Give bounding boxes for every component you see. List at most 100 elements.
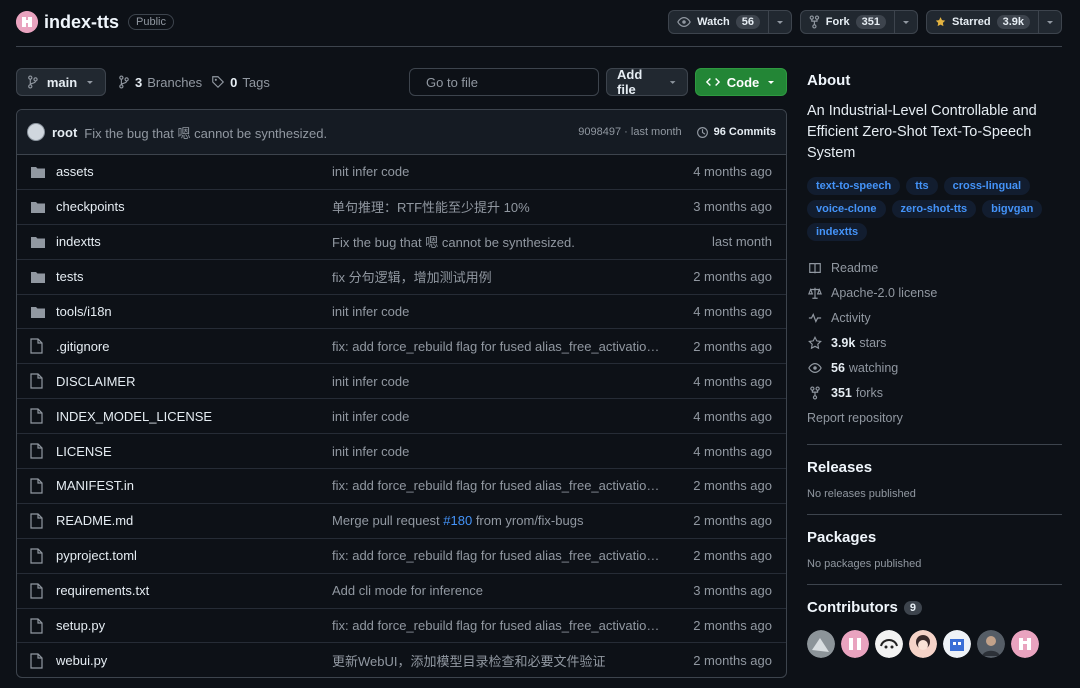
table-row[interactable]: requirements.txt Add cli mode for inferen… (17, 574, 786, 609)
chevron-down-icon[interactable] (1039, 17, 1061, 27)
file-commit-message[interactable]: init infer code (332, 304, 662, 319)
contributors-heading[interactable]: Contributors (807, 599, 898, 616)
commit-message[interactable]: Fix the bug that 嗯 cannot be synthesized… (84, 123, 327, 142)
topic-tag[interactable]: zero-shot-tts (891, 200, 977, 218)
pull-request-link[interactable]: #180 (443, 513, 472, 528)
file-name[interactable]: .gitignore (56, 339, 332, 354)
avatar[interactable] (977, 630, 1005, 658)
add-file-button[interactable]: Add file (606, 67, 688, 97)
file-browser: root Fix the bug that 嗯 cannot be synthe… (16, 109, 787, 678)
table-row[interactable]: DISCLAIMER init infer code 4 months ago (17, 364, 786, 400)
file-commit-message[interactable]: Add cli mode for inference (332, 583, 662, 598)
file-commit-message[interactable]: fix: add force_rebuild flag for fused al… (332, 478, 662, 493)
search-input[interactable] (426, 74, 602, 90)
topic-tag[interactable]: indextts (807, 223, 868, 241)
file-name[interactable]: webui.py (56, 653, 332, 668)
repo-owner-avatar[interactable] (16, 11, 38, 33)
file-name[interactable]: tests (56, 269, 332, 284)
file-name[interactable]: MANIFEST.in (56, 478, 332, 493)
table-row[interactable]: assets init infer code 4 months ago (17, 155, 786, 190)
file-date: 4 months ago (693, 443, 772, 459)
forks-link[interactable]: 351 forks (807, 380, 1062, 405)
table-row[interactable]: .gitignore fix: add force_rebuild flag fo… (17, 329, 786, 365)
file-name[interactable]: DISCLAIMER (56, 374, 332, 389)
file-name[interactable]: README.md (56, 513, 332, 528)
code-button[interactable]: Code (695, 68, 787, 96)
branch-selector[interactable]: main (16, 68, 106, 96)
file-list: assets init infer code 4 months ago checkpo… (17, 155, 786, 677)
stars-link[interactable]: 3.9k stars (807, 330, 1062, 355)
file-commit-message[interactable]: 更新WebUI，添加模型目录检查和必要文件验证 (332, 651, 662, 670)
chevron-down-icon[interactable] (895, 17, 917, 27)
file-commit-message[interactable]: 单句推理：RTF性能至少提升 10% (332, 197, 662, 216)
topic-tag[interactable]: tts (906, 177, 938, 195)
commits-link[interactable]: 96 Commits (696, 126, 776, 139)
license-link[interactable]: Apache-2.0 license (807, 280, 1062, 305)
file-commit-message[interactable]: init infer code (332, 164, 662, 179)
report-repository-link[interactable]: Report repository (807, 405, 1062, 430)
releases-empty-text: No releases published (807, 488, 916, 500)
file-name[interactable]: LICENSE (56, 444, 332, 459)
watching-link[interactable]: 56 watching (807, 355, 1062, 380)
avatar[interactable] (27, 123, 45, 141)
avatar[interactable] (841, 630, 869, 658)
file-commit-message[interactable]: init infer code (332, 444, 662, 459)
file-commit-message[interactable]: fix: add force_rebuild flag for fused al… (332, 339, 662, 354)
file-commit-message[interactable]: init infer code (332, 409, 662, 424)
file-commit-message[interactable]: init infer code (332, 374, 662, 389)
avatar[interactable] (807, 630, 835, 658)
file-icon (30, 583, 46, 599)
branch-name: main (46, 74, 78, 90)
commit-hash-time[interactable]: 9098497 · last month (578, 126, 681, 138)
forks-label: forks (855, 385, 883, 400)
tags-link[interactable]: 0 Tags (211, 75, 270, 90)
repo-name[interactable]: index-tts (44, 12, 119, 33)
watch-button[interactable]: Watch 56 (668, 10, 792, 34)
topic-tag[interactable]: text-to-speech (807, 177, 901, 195)
activity-link[interactable]: Activity (807, 305, 1062, 330)
branches-link[interactable]: 3 Branches (118, 75, 202, 90)
avatar[interactable] (1011, 630, 1039, 658)
topic-tag[interactable]: cross-lingual (943, 177, 1031, 195)
file-name[interactable]: pyproject.toml (56, 548, 332, 563)
file-commit-message[interactable]: fix: add force_rebuild flag for fused al… (332, 548, 662, 563)
fork-button[interactable]: Fork 351 (800, 10, 918, 34)
table-row[interactable]: LICENSE init infer code 4 months ago (17, 434, 786, 470)
table-row[interactable]: checkpoints 单句推理：RTF性能至少提升 10% 3 months ag… (17, 190, 786, 225)
file-date: 2 months ago (693, 478, 772, 494)
topic-tag[interactable]: voice-clone (807, 200, 886, 218)
file-name[interactable]: tools/i18n (56, 304, 332, 319)
repo-toolbar: main 3 Branches 0 Tags t Add file Code (16, 67, 787, 97)
file-name[interactable]: checkpoints (56, 199, 332, 214)
table-row[interactable]: MANIFEST.in fix: add force_rebuild flag f… (17, 469, 786, 504)
table-row[interactable]: tests fix 分句逻辑，增加测试用例 2 months ago (17, 260, 786, 295)
avatar[interactable] (943, 630, 971, 658)
chevron-down-icon[interactable] (769, 17, 791, 27)
readme-link[interactable]: Readme (807, 255, 1062, 280)
commit-author[interactable]: root (52, 125, 77, 140)
file-name[interactable]: requirements.txt (56, 583, 332, 598)
topic-tag[interactable]: bigvgan (982, 200, 1043, 218)
file-name[interactable]: INDEX_MODEL_LICENSE (56, 409, 332, 424)
file-name[interactable]: assets (56, 164, 332, 179)
avatar[interactable] (875, 630, 903, 658)
file-commit-message[interactable]: fix: add force_rebuild flag for fused al… (332, 618, 662, 633)
go-to-file-search[interactable]: t (409, 68, 623, 96)
file-icon (30, 408, 46, 424)
file-name[interactable]: indextts (56, 234, 332, 249)
table-row[interactable]: pyproject.toml fix: add force_rebuild fla… (17, 539, 786, 574)
file-commit-message[interactable]: Fix the bug that 嗯 cannot be synthesized… (332, 232, 662, 251)
table-row[interactable]: indextts Fix the bug that 嗯 cannot be syn… (17, 225, 786, 260)
table-row[interactable]: tools/i18n init infer code 4 months ago (17, 295, 786, 330)
table-row[interactable]: setup.py fix: add force_rebuild flag for … (17, 609, 786, 644)
file-name[interactable]: setup.py (56, 618, 332, 633)
table-row[interactable]: INDEX_MODEL_LICENSE init infer code 4 mont… (17, 399, 786, 435)
table-row[interactable]: webui.py 更新WebUI，添加模型目录检查和必要文件验证 2 months … (17, 643, 786, 677)
star-button[interactable]: Starred 3.9k (926, 10, 1062, 34)
file-commit-message[interactable]: Merge pull request #180 from yrom/fix-bu… (332, 513, 662, 528)
releases-heading[interactable]: Releases (807, 459, 1062, 476)
table-row[interactable]: README.md Merge pull request #180 from yr… (17, 504, 786, 539)
packages-heading[interactable]: Packages (807, 529, 1062, 546)
avatar[interactable] (909, 630, 937, 658)
file-commit-message[interactable]: fix 分句逻辑，增加测试用例 (332, 267, 662, 286)
